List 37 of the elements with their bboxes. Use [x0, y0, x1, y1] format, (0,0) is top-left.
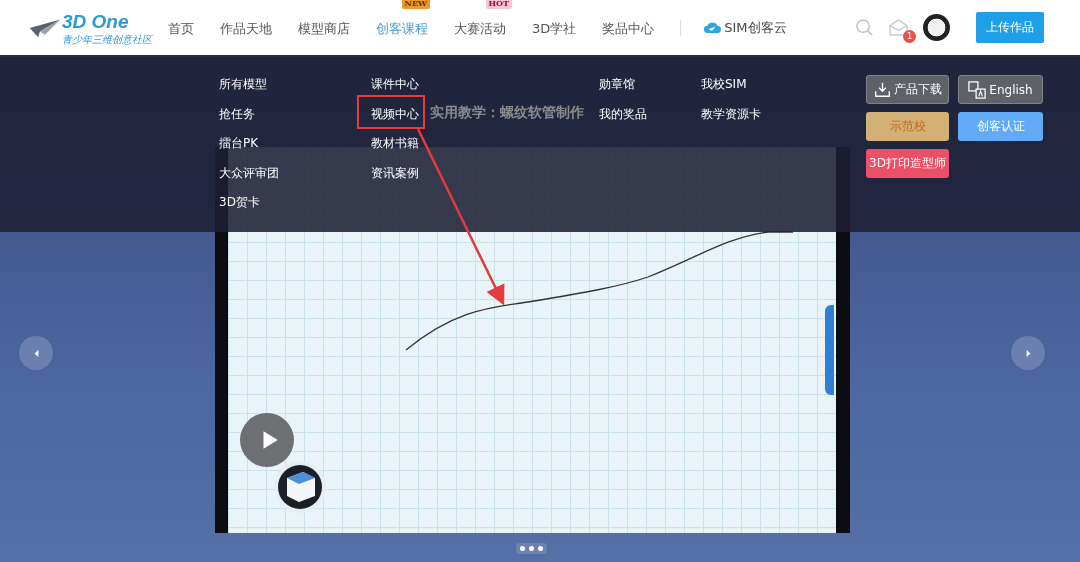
side-button[interactable]: 3D打印造型师 — [866, 149, 949, 178]
menu-item[interactable]: 资讯案例 — [371, 163, 419, 182]
nav-link[interactable]: 模型商店 — [298, 20, 350, 36]
logo-title: 3D One — [62, 10, 130, 33]
menu-item[interactable]: 抢任务 — [219, 104, 255, 123]
nav-link[interactable]: 大赛活动 — [454, 20, 506, 36]
nav-link[interactable]: 作品天地 — [220, 20, 272, 36]
nav-badge: NEW — [401, 0, 430, 9]
carousel-dots[interactable] — [516, 543, 547, 554]
logo-subtitle: 青少年三维创意社区 — [62, 34, 152, 45]
menu-item[interactable]: 我的奖品 — [599, 104, 647, 123]
nav-link[interactable]: 3D学社 — [532, 20, 577, 36]
video-title: 实用教学：螺纹软管制作 — [430, 104, 584, 122]
envelope-icon[interactable] — [888, 19, 909, 36]
side-button[interactable]: 产品下载 — [866, 75, 949, 104]
notification-badge: 1 — [903, 30, 916, 43]
menu-item[interactable]: 勋章馆 — [599, 75, 635, 94]
highlight-box — [357, 95, 425, 129]
translate-icon — [968, 80, 987, 99]
nav-badge: HOT — [485, 0, 512, 9]
view-cube-drawing — [273, 460, 327, 514]
menu-item[interactable]: 擂台PK — [219, 134, 259, 153]
menu-item[interactable]: 大众评审团 — [219, 163, 279, 182]
side-button[interactable]: English — [958, 75, 1043, 104]
nav-link[interactable]: 奖品中心 — [602, 20, 655, 36]
menu-item[interactable]: 教材书籍 — [371, 134, 419, 153]
menu-item[interactable]: 课件中心 — [371, 75, 419, 94]
menu-item[interactable]: 我校SIM — [701, 75, 747, 94]
menu-item[interactable]: 教学资源卡 — [701, 104, 761, 123]
menu-item[interactable]: 3D贺卡 — [219, 193, 260, 212]
menu-item[interactable]: 所有模型 — [219, 75, 267, 94]
nav-link[interactable]: 首页 — [168, 20, 194, 36]
download-icon — [873, 81, 891, 98]
cloud-link[interactable]: SIM创客云 — [703, 18, 787, 37]
cloud-icon — [703, 21, 722, 34]
menu-item[interactable]: 视频中心 — [371, 104, 419, 123]
user-avatar[interactable] — [923, 14, 950, 41]
